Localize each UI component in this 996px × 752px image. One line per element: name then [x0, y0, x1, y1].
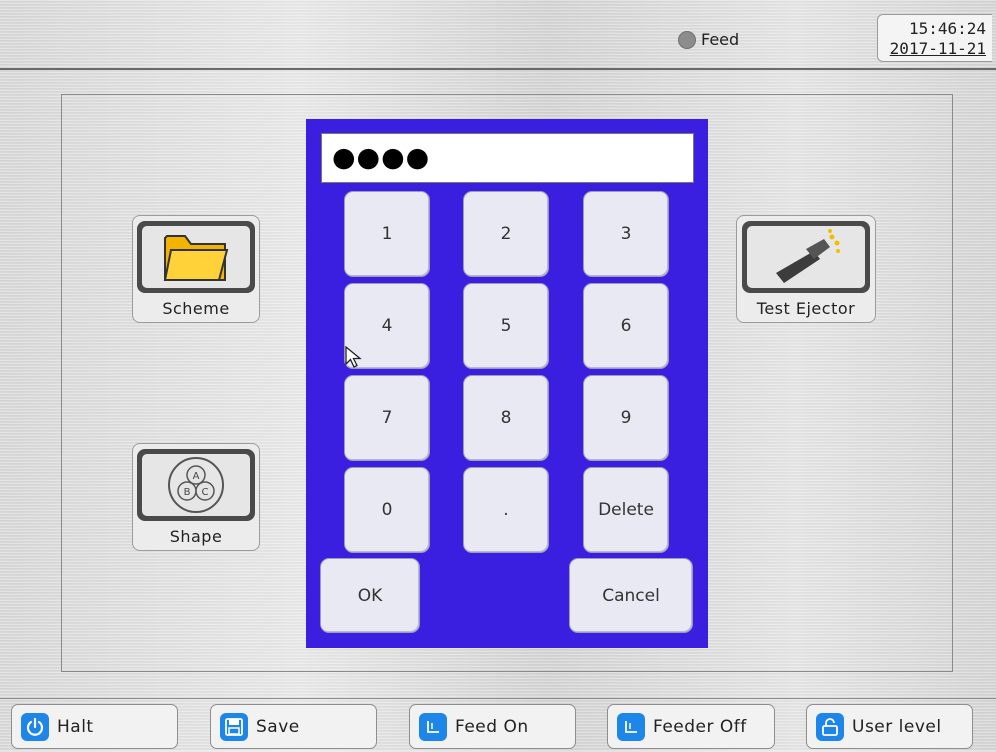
scheme-button-frame: Scheme: [132, 215, 260, 323]
top-bar: Feed 15:46:24 2017-11-21: [0, 0, 996, 70]
clock-display: 15:46:24 2017-11-21: [877, 14, 992, 62]
test-ejector-label: Test Ejector: [756, 299, 856, 318]
save-button[interactable]: Save: [210, 704, 377, 749]
key-8[interactable]: 8: [463, 375, 549, 461]
key-2[interactable]: 2: [463, 191, 549, 277]
scheme-icon-box: [137, 221, 255, 293]
abc-circles-icon: A B C: [168, 457, 224, 513]
feed-status-dot: [678, 30, 696, 49]
scheme-label: Scheme: [162, 299, 230, 318]
feeder-off-label: Feeder Off: [653, 716, 747, 737]
feed-status-indicator: Feed: [678, 30, 739, 49]
test-ejector-icon-box: [742, 221, 870, 293]
feed-on-label: Feed On: [455, 716, 529, 737]
floppy-disk-icon: [225, 717, 243, 736]
key-1[interactable]: 1: [344, 191, 430, 277]
shape-icon-box: A B C: [137, 449, 255, 521]
delete-button[interactable]: Delete: [583, 467, 669, 553]
lock-icon: [822, 717, 838, 736]
clock-date: 2017-11-21: [889, 39, 986, 58]
ok-button[interactable]: OK: [320, 558, 420, 633]
test-ejector-button[interactable]: Test Ejector: [736, 215, 876, 323]
shape-label: Shape: [169, 527, 223, 546]
halt-label: Halt: [57, 716, 94, 737]
halt-button[interactable]: Halt: [11, 704, 178, 749]
feed-on-button[interactable]: Feed On: [409, 704, 576, 749]
key-0[interactable]: 0: [344, 467, 430, 553]
key-decimal-point[interactable]: .: [463, 467, 549, 553]
feeder-icon: [625, 720, 637, 733]
save-label: Save: [256, 716, 300, 737]
power-icon: [26, 717, 44, 736]
password-keypad-dialog: ●●●● 1 2 3 4 5 6 7 8 9 0 . Delete OK Can…: [306, 119, 708, 648]
mouse-cursor-icon: [345, 346, 362, 368]
user-level-label: User level: [852, 716, 942, 737]
key-6[interactable]: 6: [583, 283, 669, 369]
svg-text:A: A: [193, 471, 200, 482]
user-level-button[interactable]: User level: [806, 704, 973, 749]
feed-status-label: Feed: [701, 30, 740, 49]
key-9[interactable]: 9: [583, 375, 669, 461]
feed-icon: [427, 720, 439, 733]
svg-text:C: C: [202, 487, 209, 498]
folder-icon: [163, 235, 229, 281]
shape-button[interactable]: A B C Shape: [132, 443, 260, 551]
scheme-button[interactable]: Scheme: [132, 215, 260, 323]
key-3[interactable]: 3: [583, 191, 669, 277]
feeder-off-button[interactable]: Feeder Off: [607, 704, 775, 749]
footer-toolbar: Halt Save Feed On Feeder Off User level: [0, 698, 996, 752]
clock-time: 15:46:24: [908, 19, 986, 38]
ejector-icon: [776, 229, 840, 283]
key-5[interactable]: 5: [463, 283, 549, 369]
password-field[interactable]: ●●●●: [321, 133, 694, 183]
test-ejector-button-frame: Test Ejector: [736, 215, 876, 323]
svg-text:B: B: [184, 487, 191, 498]
cancel-button[interactable]: Cancel: [569, 558, 693, 633]
shape-button-frame: A B C Shape: [132, 443, 260, 551]
key-7[interactable]: 7: [344, 375, 430, 461]
